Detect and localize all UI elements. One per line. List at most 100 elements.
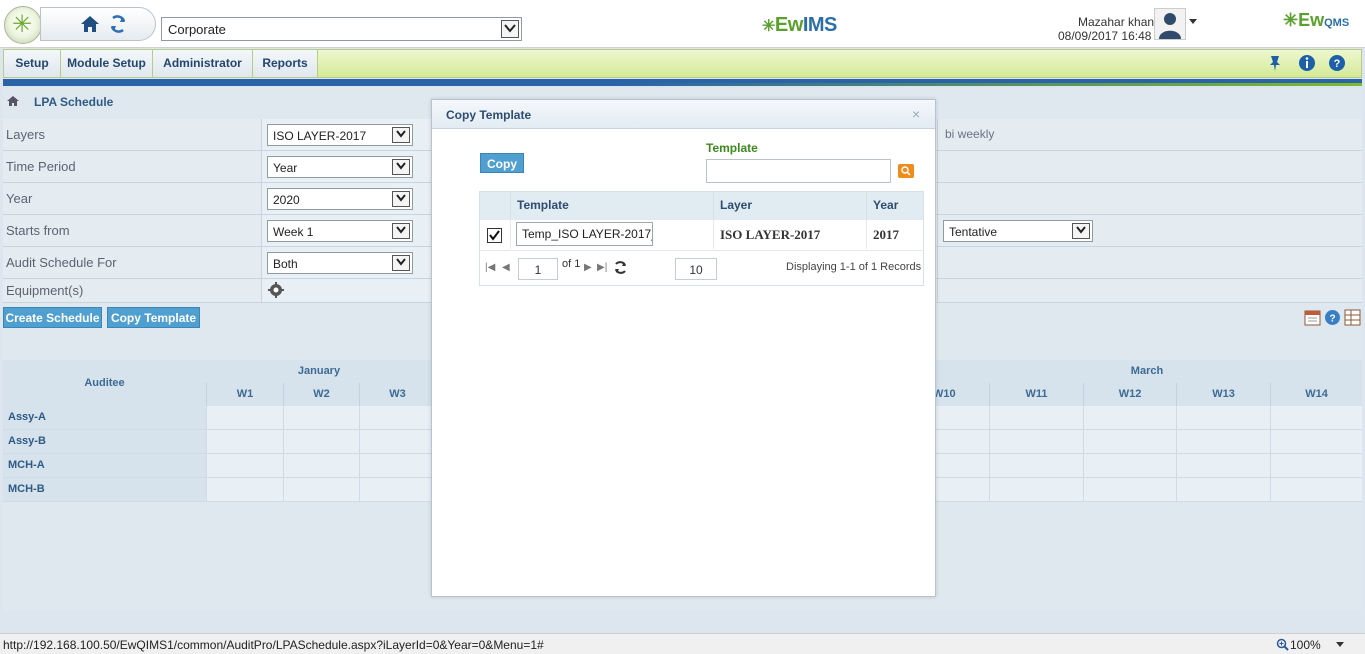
chevron-down-icon[interactable] (501, 20, 519, 38)
close-icon[interactable]: × (912, 106, 920, 122)
schedule-cell[interactable] (1176, 478, 1270, 501)
chevron-down-icon[interactable] (392, 223, 410, 239)
frequency-text: bi weekly (945, 127, 995, 141)
breadcrumb-home-icon[interactable] (6, 95, 20, 107)
month-header-march: March (932, 360, 1362, 383)
equipment-cell (261, 279, 431, 302)
dialog-header: Copy Template × (432, 100, 935, 129)
template-name-field[interactable]: Temp_ISO LAYER-2017_ (516, 222, 653, 246)
starts-from-label: Starts from (6, 223, 70, 238)
year-right-cell (937, 183, 1362, 214)
page-count-text: of 1 (562, 258, 581, 270)
row-checkbox[interactable] (487, 228, 502, 243)
schedule-cell[interactable] (359, 454, 435, 477)
schedule-cell[interactable] (989, 430, 1083, 453)
chevron-down-icon[interactable] (1072, 223, 1090, 239)
chevron-down-icon[interactable] (392, 255, 410, 271)
time-period-cell: Year (261, 151, 431, 182)
schedule-cell[interactable] (1083, 406, 1176, 429)
schedule-cell[interactable] (1083, 430, 1176, 453)
menu-module-setup[interactable]: Module Setup (61, 50, 153, 77)
starts-from-select[interactable]: Week 1 (267, 220, 413, 242)
home-icon[interactable] (79, 14, 101, 34)
schedule-cell[interactable] (359, 406, 435, 429)
schedule-cell[interactable] (206, 430, 283, 453)
schedule-cell[interactable] (1176, 430, 1270, 453)
template-table: Template Layer Year Temp_ISO LAYER-2017_… (479, 191, 924, 286)
schedule-cell[interactable] (932, 430, 989, 453)
schedule-cell[interactable] (989, 454, 1083, 477)
schedule-cell[interactable] (206, 478, 283, 501)
audit-schedule-for-select[interactable]: Both (267, 252, 413, 274)
status-cell: Tentative (937, 215, 1362, 246)
layers-select[interactable]: ISO LAYER-2017 (267, 124, 413, 146)
status-select[interactable]: Tentative (943, 220, 1093, 242)
time-period-select[interactable]: Year (267, 156, 413, 178)
info-icon[interactable] (1298, 54, 1316, 72)
row-year: 2017 (866, 219, 923, 249)
year-select[interactable]: 2020 (267, 188, 413, 210)
chevron-down-icon[interactable] (392, 191, 410, 207)
gear-icon[interactable] (268, 282, 284, 298)
copy-button[interactable]: Copy (480, 153, 524, 173)
schedule-cell[interactable] (283, 478, 359, 501)
app-logo[interactable]: ✳ (4, 6, 42, 44)
schedule-cell[interactable] (1083, 454, 1176, 477)
help-icon[interactable]: ? (1328, 54, 1346, 72)
refresh-icon[interactable] (613, 260, 628, 275)
brand-center-ims: IMS (802, 14, 838, 36)
calendar-icon[interactable] (1304, 309, 1321, 326)
schedule-cell[interactable] (206, 406, 283, 429)
auditee-name: Assy-B (3, 430, 206, 453)
menu-administrator[interactable]: Administrator (153, 50, 253, 77)
schedule-cell[interactable] (1083, 478, 1176, 501)
layers-value: ISO LAYER-2017 (273, 129, 367, 143)
avatar[interactable] (1154, 8, 1186, 40)
search-icon[interactable] (898, 164, 914, 178)
columns-icon[interactable] (1344, 309, 1361, 326)
next-page-icon[interactable]: ▶ (584, 262, 592, 273)
create-schedule-button[interactable]: Create Schedule (3, 307, 102, 328)
table-pager: |◀ ◀ 1 of 1 ▶ ▶| 10 Displaying 1-1 of 1 … (480, 250, 923, 285)
auditee-name: Assy-A (3, 406, 206, 429)
copy-template-button[interactable]: Copy Template (107, 307, 200, 328)
chevron-down-icon[interactable] (392, 159, 410, 175)
schedule-cell[interactable] (359, 478, 435, 501)
schedule-cell[interactable] (932, 478, 989, 501)
schedule-cell[interactable] (359, 430, 435, 453)
auditee-header: Auditee (3, 360, 206, 406)
schedule-cell[interactable] (206, 454, 283, 477)
template-search-input[interactable] (706, 159, 891, 183)
schedule-cell[interactable] (283, 430, 359, 453)
schedule-cell[interactable] (932, 406, 989, 429)
schedule-cell[interactable] (1270, 430, 1362, 453)
refresh-icon[interactable] (109, 14, 127, 34)
chevron-down-icon[interactable] (392, 127, 410, 143)
schedule-cell[interactable] (283, 454, 359, 477)
schedule-cell[interactable] (1176, 454, 1270, 477)
frequency-cell: bi weekly (937, 119, 1362, 150)
help-bubble-icon[interactable]: ? (1324, 309, 1341, 326)
menu-reports[interactable]: Reports (253, 50, 318, 77)
page-size-input[interactable]: 10 (675, 258, 717, 280)
layer-column-header: Layer (713, 192, 866, 219)
schedule-cell[interactable] (932, 454, 989, 477)
prev-page-icon[interactable]: ◀ (502, 262, 510, 273)
schedule-cell[interactable] (989, 478, 1083, 501)
user-menu-caret-icon[interactable] (1189, 19, 1197, 24)
schedule-cell[interactable] (989, 406, 1083, 429)
dialog-title: Copy Template (446, 108, 532, 122)
first-page-icon[interactable]: |◀ (485, 262, 495, 273)
schedule-cell[interactable] (1176, 406, 1270, 429)
zoom-icon[interactable] (1276, 638, 1289, 651)
schedule-cell[interactable] (1270, 478, 1362, 501)
last-page-icon[interactable]: ▶| (597, 262, 607, 273)
zoom-dropdown-icon[interactable] (1336, 642, 1344, 648)
schedule-cell[interactable] (283, 406, 359, 429)
company-select[interactable]: Corporate (161, 17, 522, 41)
schedule-cell[interactable] (1270, 454, 1362, 477)
menu-setup[interactable]: Setup (4, 50, 61, 77)
page-number-input[interactable]: 1 (518, 258, 558, 280)
schedule-cell[interactable] (1270, 406, 1362, 429)
pin-icon[interactable] (1266, 54, 1284, 72)
